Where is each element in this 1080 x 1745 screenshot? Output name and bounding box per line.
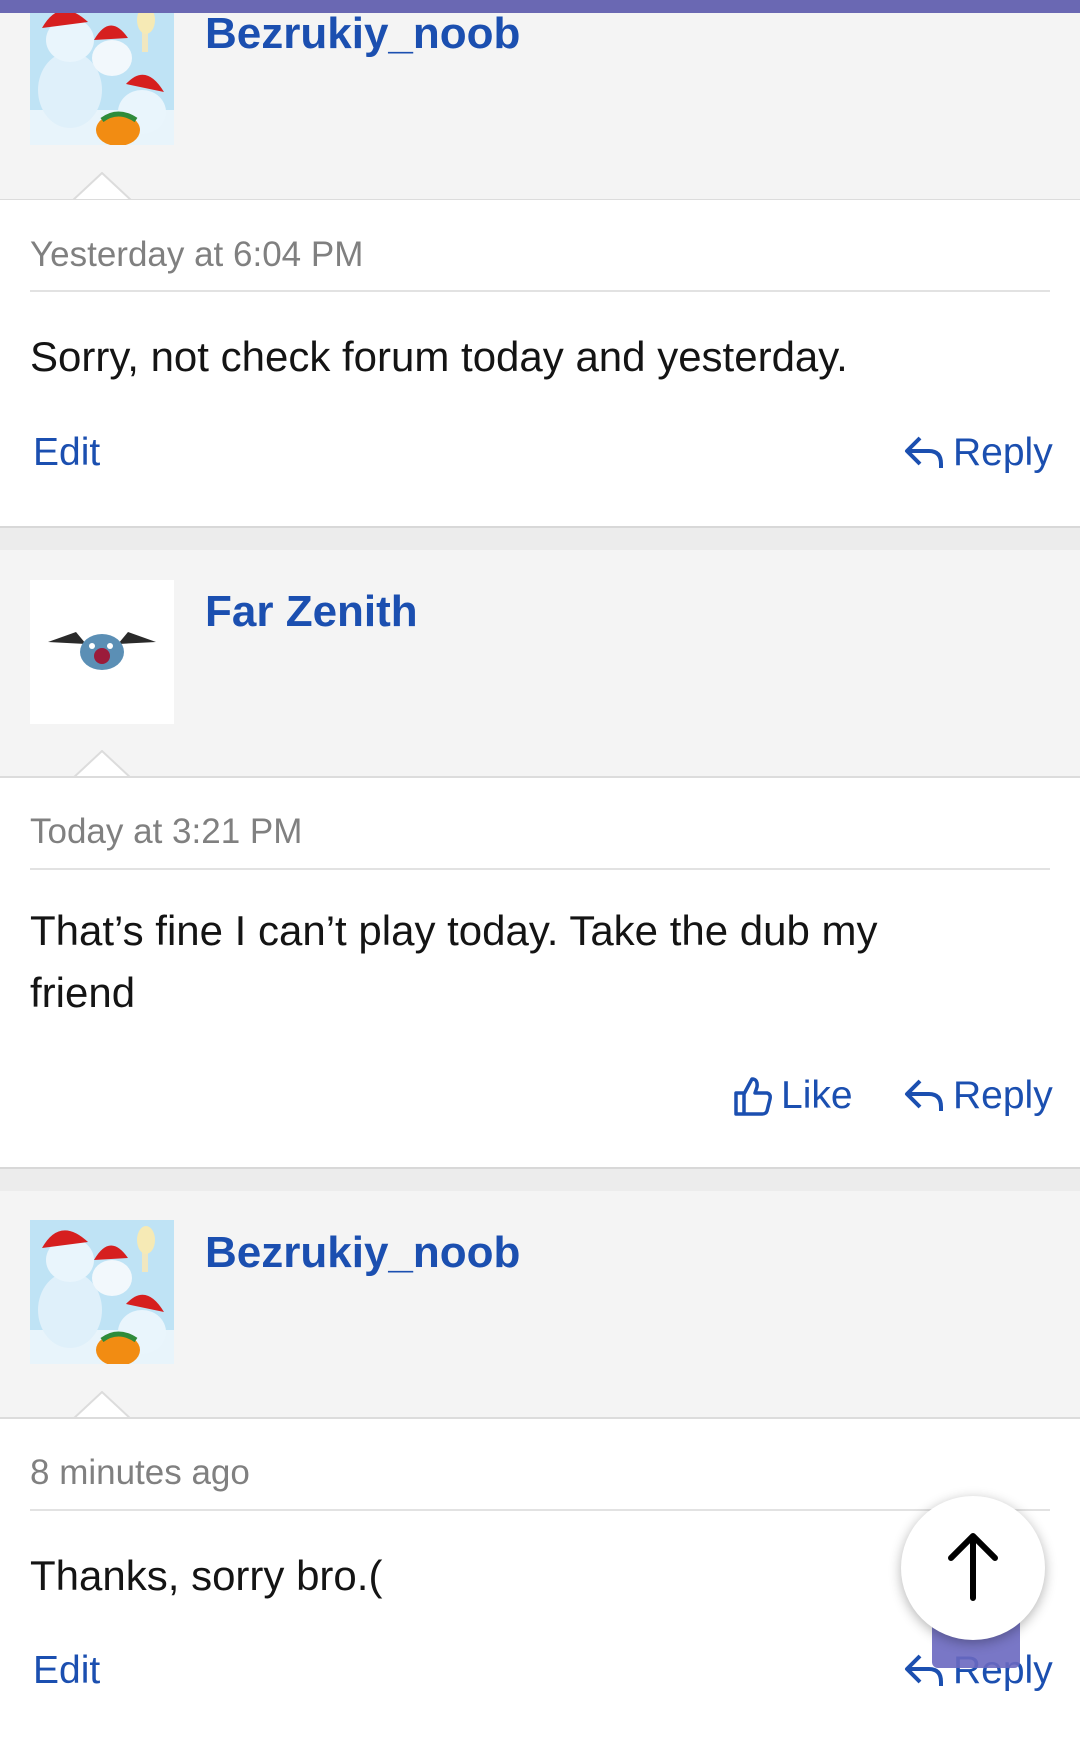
arrow-up-icon bbox=[943, 1530, 1003, 1607]
post-author[interactable]: Bezrukiy_noob bbox=[205, 1227, 520, 1279]
meta-divider bbox=[30, 868, 1050, 870]
post-header: Far Zenith bbox=[0, 550, 1080, 780]
post-header: Bezrukiy_noob bbox=[0, 0, 1080, 202]
meta-divider bbox=[30, 1509, 1050, 1511]
edit-button[interactable]: Edit bbox=[33, 1647, 100, 1695]
avatar-bat[interactable] bbox=[30, 580, 174, 724]
post-author[interactable]: Far Zenith bbox=[205, 586, 418, 638]
scroll-to-top-button[interactable] bbox=[901, 1496, 1045, 1640]
post-1: Bezrukiy_noob Yesterday at 6:04 PM Sorry… bbox=[0, 0, 1080, 526]
post-separator bbox=[0, 1167, 1080, 1191]
like-button[interactable]: Like bbox=[733, 1072, 853, 1120]
post-timestamp[interactable]: Yesterday at 6:04 PM bbox=[30, 234, 363, 276]
reply-label: Reply bbox=[953, 1074, 1053, 1117]
reply-label: Reply bbox=[953, 431, 1053, 474]
post-author[interactable]: Bezrukiy_noob bbox=[205, 8, 520, 60]
top-app-bar bbox=[0, 0, 1080, 13]
post-3: Bezrukiy_noob 8 minutes ago Thanks, sorr… bbox=[0, 1191, 1080, 1745]
edit-label: Edit bbox=[33, 1649, 101, 1692]
avatar-snowmen[interactable] bbox=[30, 1220, 174, 1364]
post-timestamp[interactable]: Today at 3:21 PM bbox=[30, 811, 302, 853]
post-timestamp[interactable]: 8 minutes ago bbox=[30, 1452, 250, 1494]
thumbs-up-icon bbox=[733, 1075, 781, 1117]
reply-icon bbox=[903, 1077, 953, 1115]
post-message: That’s fine I can’t play today. Take the… bbox=[30, 907, 878, 1016]
post-header: Bezrukiy_noob bbox=[0, 1191, 1080, 1421]
reply-button[interactable]: Reply bbox=[903, 429, 1053, 477]
post-message: Thanks, sorry bro.( bbox=[30, 1552, 383, 1599]
post-separator bbox=[0, 526, 1080, 550]
post-body: Yesterday at 6:04 PM Sorry, not check fo… bbox=[0, 200, 1080, 526]
post-body: Today at 3:21 PM That’s fine I can’t pla… bbox=[0, 778, 1080, 1169]
reply-icon bbox=[903, 434, 953, 472]
edit-label: Edit bbox=[33, 431, 101, 474]
like-label: Like bbox=[781, 1074, 853, 1117]
post-message: Sorry, not check forum today and yesterd… bbox=[30, 333, 848, 380]
post-2: Far Zenith Today at 3:21 PM That’s fine … bbox=[0, 550, 1080, 1169]
edit-button[interactable]: Edit bbox=[33, 429, 100, 477]
avatar-snowmen[interactable] bbox=[30, 0, 174, 145]
reply-button[interactable]: Reply bbox=[903, 1072, 1053, 1120]
meta-divider bbox=[30, 290, 1050, 292]
